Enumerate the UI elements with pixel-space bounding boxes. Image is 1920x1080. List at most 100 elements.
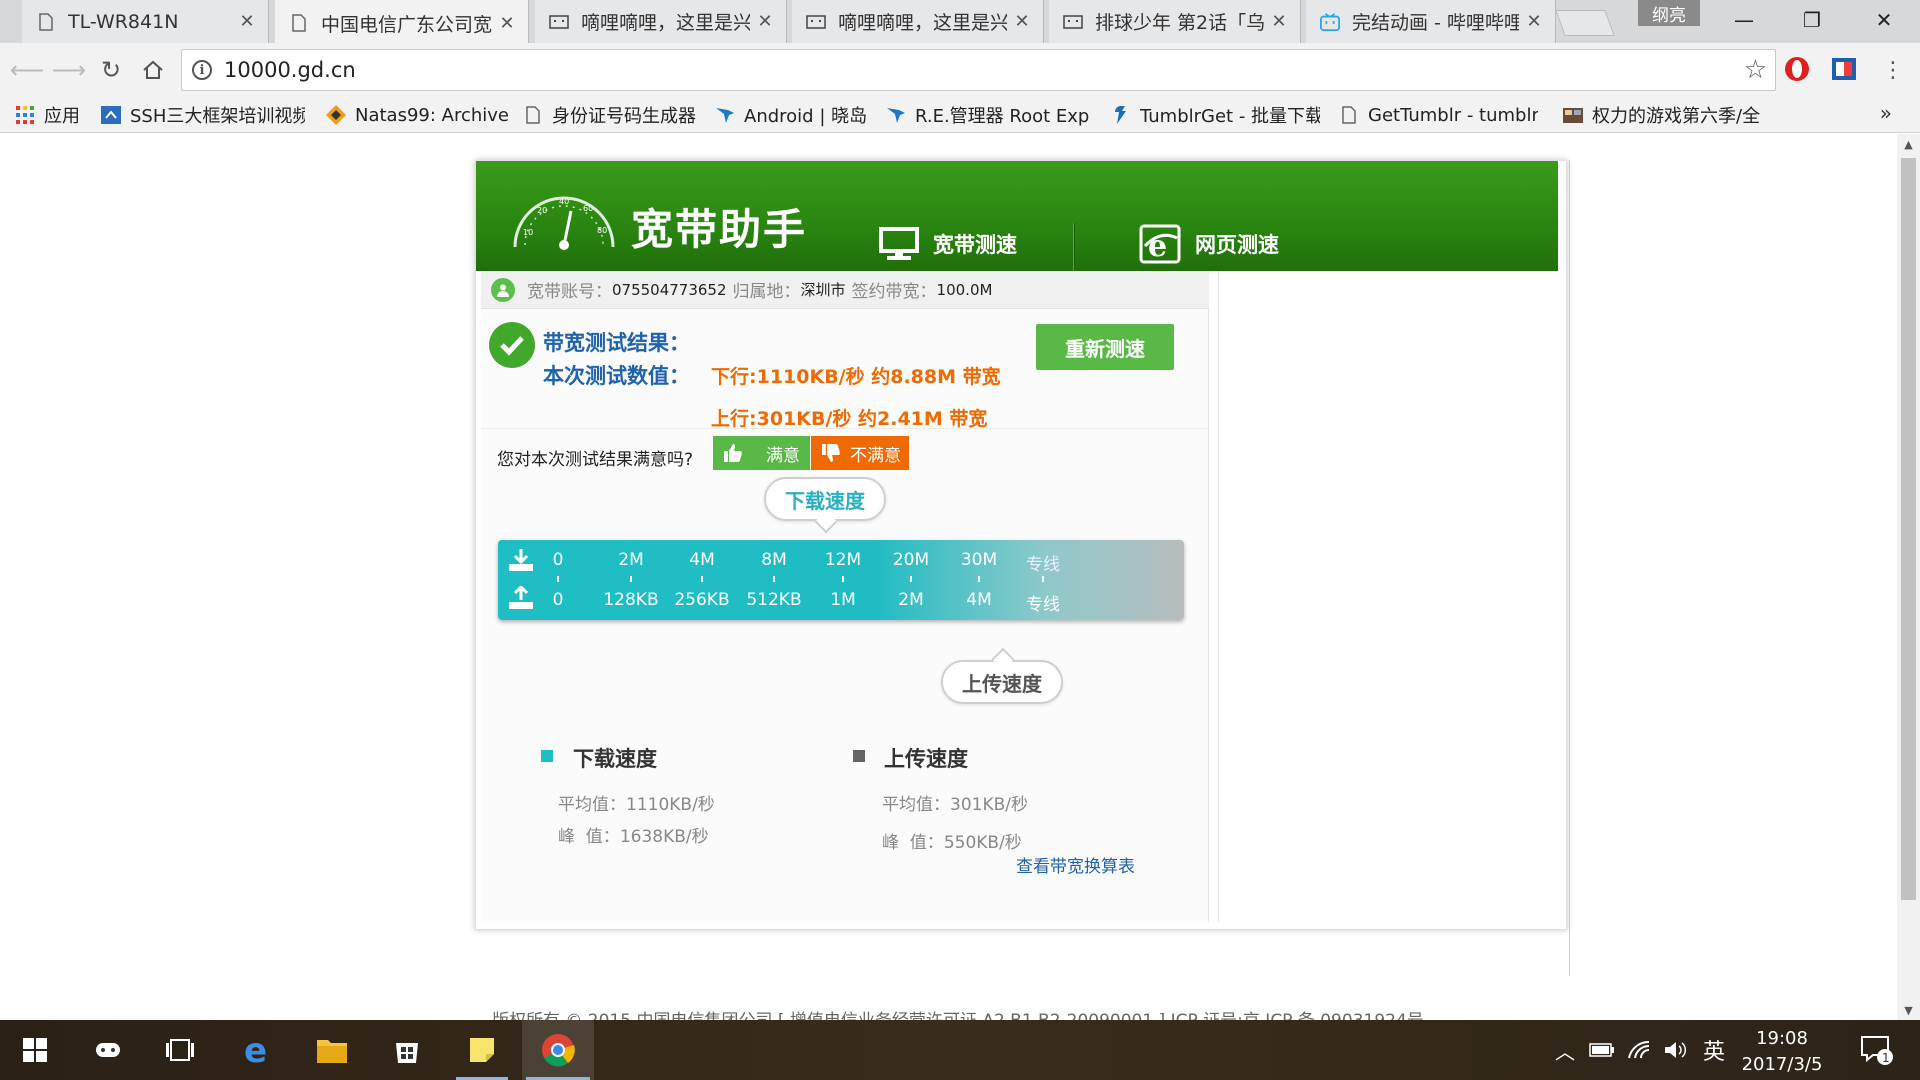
- close-icon[interactable]: ✕: [756, 11, 774, 32]
- location-value: 深圳市: [800, 281, 846, 299]
- tab-haikyuu[interactable]: 排球少年 第2话「乌 ✕: [1049, 0, 1301, 43]
- battery-icon[interactable]: [1585, 1020, 1619, 1080]
- sticky-notes-button[interactable]: [452, 1020, 512, 1080]
- start-button[interactable]: [5, 1020, 65, 1080]
- page-scrollbar[interactable]: ▲ ▼: [1897, 134, 1920, 1020]
- tab-bilibili-1[interactable]: 嘀哩嘀哩，这里是兴 ✕: [535, 0, 787, 43]
- task-view-button[interactable]: [150, 1020, 210, 1080]
- banner: 10 20 40 60 80 宽带助手 宽带测速 e 网页测速: [476, 161, 1558, 271]
- bookmark-label: GetTumblr - tumblr: [1368, 104, 1538, 126]
- bookmark-android[interactable]: Android | 晓岛: [714, 101, 867, 129]
- bookmark-apps[interactable]: 应用: [14, 101, 80, 129]
- banner-divider: [1073, 223, 1074, 271]
- svg-text:80: 80: [597, 226, 607, 235]
- wifi-icon[interactable]: [1622, 1020, 1656, 1080]
- url-text[interactable]: 10000.gd.cn: [224, 58, 356, 82]
- tab-label: 宽带测速: [933, 233, 1017, 257]
- retest-button[interactable]: 重新测速: [1036, 324, 1174, 370]
- bookmarks-overflow-icon[interactable]: »: [1880, 101, 1892, 125]
- tab-bilibili-2[interactable]: 嘀哩嘀哩，这里是兴 ✕: [792, 0, 1044, 43]
- profile-button[interactable]: 纲亮: [1638, 0, 1700, 26]
- edge-taskbar-button[interactable]: e: [227, 1020, 287, 1080]
- bookmark-natas[interactable]: Natas99: Archive: [325, 101, 509, 129]
- notification-icon: 1: [1861, 1036, 1893, 1065]
- chrome-taskbar-button[interactable]: [522, 1020, 594, 1080]
- reload-button[interactable]: ↻: [94, 53, 128, 87]
- back-button[interactable]: ⟵: [10, 53, 44, 87]
- conversion-table-link[interactable]: 查看带宽换算表: [1016, 852, 1135, 877]
- bookmark-label: 身份证号码生成器: [552, 106, 696, 127]
- taskbar: e ︿ 英 19:08 2017/3/5 1: [0, 1020, 1920, 1080]
- download-result: 下行:1110KB/秒 约8.88M 带宽: [711, 366, 1001, 388]
- clock[interactable]: 19:08 2017/3/5: [1738, 1026, 1826, 1078]
- bandwidth-value: 100.0M: [936, 280, 993, 299]
- file-explorer-button[interactable]: [302, 1020, 362, 1080]
- bookmark-label: TumblrGet - 批量下载: [1140, 106, 1320, 127]
- tab-broadband-test[interactable]: 宽带测速: [879, 219, 1017, 269]
- tab-tl-wr841n[interactable]: TL-WR841N ✕: [22, 0, 269, 43]
- tab-title: 嘀哩嘀哩，这里是兴: [581, 12, 750, 34]
- diamond-icon: [325, 104, 347, 126]
- show-hidden-icons[interactable]: ︿: [1550, 1020, 1580, 1080]
- bookmark-gettumblr[interactable]: GetTumblr - tumblr: [1338, 101, 1538, 129]
- upload-peak: 峰 值：550KB/秒: [882, 833, 1022, 853]
- satisfaction-question: 您对本次测试结果满意吗?: [497, 450, 694, 470]
- menu-button[interactable]: ⋮: [1876, 53, 1910, 87]
- bookmark-tumblrget[interactable]: TumblrGet - 批量下载: [1110, 101, 1320, 129]
- account-label: 宽带账号：: [527, 282, 612, 302]
- tab-bilibili-completed[interactable]: 完结动画 - 哔哩哔哩 ✕: [1306, 0, 1556, 43]
- unsatisfied-button[interactable]: 不满意: [811, 436, 909, 470]
- download-scale-tick: 4M: [689, 550, 715, 570]
- minimize-button[interactable]: —: [1716, 0, 1772, 40]
- bookmark-label: Natas99: Archive: [355, 104, 510, 126]
- action-center-button[interactable]: 1: [1852, 1020, 1902, 1080]
- tab-telecom[interactable]: 中国电信广东公司宽 ✕: [275, 0, 529, 46]
- volume-icon[interactable]: [1658, 1020, 1692, 1080]
- cortana-button[interactable]: [78, 1020, 138, 1080]
- upload-scale-tick: 512KB: [746, 590, 802, 610]
- opera-extension-icon[interactable]: [1782, 54, 1812, 84]
- copyright-footer: 版权所有 © 2015 中国电信集团公司 [ 增值电信业务经营许可证 A2.B1…: [492, 1006, 1424, 1020]
- satisfied-button[interactable]: 满意: [713, 436, 810, 470]
- satisfied-label: 满意: [766, 445, 800, 466]
- forward-button[interactable]: ⟶: [52, 53, 86, 87]
- home-button[interactable]: [136, 53, 170, 87]
- tab-title: 排球少年 第2话「乌: [1095, 12, 1264, 34]
- speedometer-icon: 10 20 40 60 80: [513, 196, 615, 250]
- bookmark-idcard[interactable]: 身份证号码生成器: [522, 101, 696, 129]
- close-window-button[interactable]: ✕: [1856, 0, 1912, 40]
- bookmark-re-manager[interactable]: R.E.管理器 Root Expl: [885, 101, 1090, 129]
- close-icon[interactable]: ✕: [1525, 11, 1543, 32]
- close-icon[interactable]: ✕: [498, 13, 516, 34]
- tab-strip: TL-WR841N ✕ 中国电信广东公司宽 ✕ 嘀哩嘀哩，这里是兴 ✕ 嘀哩嘀哩…: [0, 0, 1920, 46]
- scroll-up-icon[interactable]: ▲: [1897, 134, 1920, 154]
- account-value: 075504773652: [612, 280, 727, 299]
- scale-tick-mark: [630, 576, 632, 582]
- test-result: 带宽测试结果： 本次测试数值： 下行:1110KB/秒 约8.88M 带宽 上行…: [481, 309, 1209, 430]
- close-icon[interactable]: ✕: [1270, 11, 1288, 32]
- input-method-indicator[interactable]: 英: [1694, 1020, 1734, 1080]
- scale-tick-mark: [910, 576, 912, 582]
- tab-title: 完结动画 - 哔哩哔哩: [1352, 12, 1519, 34]
- bookmark-got[interactable]: 权力的游戏第六季/全: [1562, 101, 1767, 129]
- close-icon[interactable]: ✕: [1013, 11, 1031, 32]
- scrollbar-thumb[interactable]: [1901, 158, 1916, 900]
- scroll-down-icon[interactable]: ▼: [1897, 1000, 1920, 1020]
- bookmark-ssh[interactable]: SSH三大框架培训视频: [100, 101, 305, 129]
- thumbs-down-icon: [821, 443, 841, 468]
- store-button[interactable]: [377, 1020, 437, 1080]
- download-scale-tick: 专线: [1026, 555, 1060, 575]
- page-icon: [522, 104, 544, 126]
- info-icon[interactable]: i: [192, 60, 212, 80]
- store-icon: [396, 1043, 418, 1063]
- translate-extension-icon[interactable]: [1829, 54, 1859, 84]
- user-icon: [491, 277, 515, 302]
- download-scale-tick: 8M: [761, 550, 787, 570]
- tab-web-test[interactable]: e 网页测速: [1139, 219, 1279, 269]
- star-icon[interactable]: ☆: [1744, 55, 1767, 85]
- bookmarks-bar: 应用 SSH三大框架培训视频 Natas99: Archive 身份证号码生成器…: [0, 97, 1920, 133]
- close-icon[interactable]: ✕: [238, 11, 256, 32]
- address-bar[interactable]: i 10000.gd.cn ☆: [181, 49, 1776, 91]
- new-tab-button[interactable]: [1555, 10, 1615, 36]
- restore-button[interactable]: ❐: [1784, 0, 1840, 40]
